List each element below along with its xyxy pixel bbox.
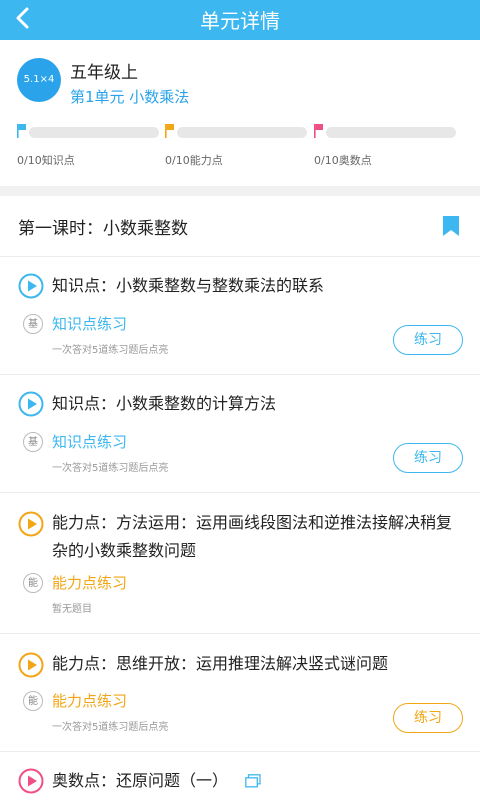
copy-icon [245,774,261,788]
practice-button[interactable]: 练习 [393,325,463,355]
section-divider [0,186,480,196]
ability-badge-icon: 能 [23,691,43,711]
play-icon[interactable] [18,391,44,417]
list-item: 知识点：小数乘整数的计算方法 基 知识点练习 一次答对5道练习题后点亮 练习 [0,374,480,492]
ability-badge-icon: 能 [23,573,43,593]
unit-name: 第1单元 小数乘法 [70,88,190,106]
practice-hint: 一次答对5道练习题后点亮 [52,722,169,733]
list-item: 奥数点：还原问题（一） [0,751,480,801]
practice-button[interactable]: 练习 [393,703,463,733]
practice-button[interactable]: 练习 [393,443,463,473]
play-icon[interactable] [18,768,44,794]
ability-point-title[interactable]: 能力点：方法运用：运用画线段图法和逆推法接解决稍复杂的小数乘整数问题 [52,509,460,565]
progress-label: 0/10知识点 [17,154,75,167]
practice-hint: 暂无题目 [52,604,92,615]
bookmark-icon[interactable] [443,216,459,236]
list-item: 知识点：小数乘整数与整数乘法的联系 基 知识点练习 一次答对5道练习题后点亮 练… [0,256,480,374]
knowledge-point-title[interactable]: 知识点：小数乘整数的计算方法 [52,390,460,418]
olympiad-point-title[interactable]: 奥数点：还原问题（一） [52,767,228,795]
header-bar: 单元详情 [0,0,480,40]
flag-icon [165,124,174,138]
play-icon[interactable] [18,511,44,537]
practice-link[interactable]: 能力点练习 [52,690,127,711]
flag-icon [314,124,323,138]
progress-label: 0/10能力点 [165,154,223,167]
practice-link[interactable]: 知识点练习 [52,313,127,334]
progress-bar [29,127,159,138]
lesson-title: 第一课时：小数乘整数 [18,219,188,239]
unit-summary: 5.1×4 五年级上 第1单元 小数乘法 0/10知识点 0/10能力点 0/1… [0,40,480,185]
list-item: 能力点：思维开放：运用推理法解决竖式谜问题 能 能力点练习 一次答对5道练习题后… [0,633,480,751]
practice-link[interactable]: 能力点练习 [52,572,127,593]
practice-link[interactable]: 知识点练习 [52,431,127,452]
basic-badge-icon: 基 [23,432,43,452]
unit-icon: 5.1×4 [17,58,61,102]
progress-bar [326,127,456,138]
play-icon[interactable] [18,273,44,299]
progress-bar [177,127,307,138]
knowledge-point-title[interactable]: 知识点：小数乘整数与整数乘法的联系 [52,272,460,300]
grade-label: 五年级上 [70,63,138,83]
page-title: 单元详情 [200,9,280,33]
progress-label: 0/10奥数点 [314,154,372,167]
flag-icon [17,124,26,138]
basic-badge-icon: 基 [23,314,43,334]
practice-hint: 一次答对5道练习题后点亮 [52,463,169,474]
list-item: 能力点：方法运用：运用画线段图法和逆推法接解决稍复杂的小数乘整数问题 能 能力点… [0,492,480,633]
play-icon[interactable] [18,652,44,678]
practice-hint: 一次答对5道练习题后点亮 [52,345,169,356]
ability-point-title[interactable]: 能力点：思维开放：运用推理法解决竖式谜问题 [52,650,460,678]
